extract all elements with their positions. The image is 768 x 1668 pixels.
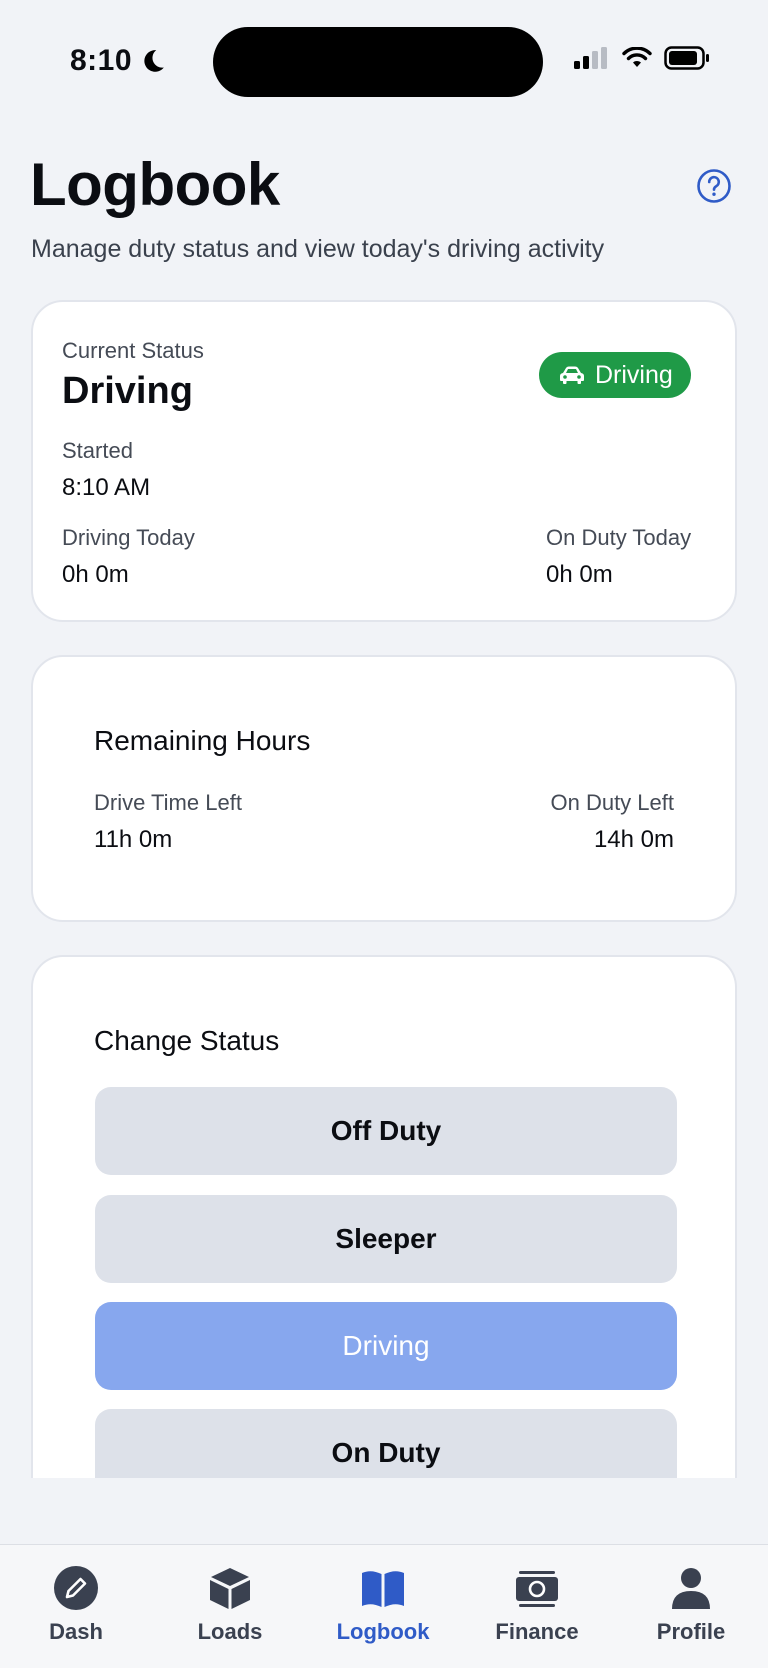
change-status-title: Change Status xyxy=(94,1025,280,1056)
sleeper-button[interactable]: Sleeper xyxy=(95,1195,677,1283)
tab-label-logbook: Logbook xyxy=(336,1619,430,1644)
remaining-hours-card: Remaining Hours Drive Time Left 11h 0m O… xyxy=(31,655,737,922)
scroll-bottom-mask xyxy=(0,1478,768,1544)
tab-dash[interactable]: Dash xyxy=(16,1565,136,1645)
wifi-icon xyxy=(622,47,652,67)
tab-finance[interactable]: Finance xyxy=(477,1565,597,1645)
tab-label-loads: Loads xyxy=(197,1619,263,1644)
current-status-label: Current Status xyxy=(62,338,204,363)
badge-label: Driving xyxy=(595,360,673,389)
page-title: Logbook xyxy=(30,151,280,218)
started-value: 8:10 AM xyxy=(62,474,151,501)
logbook-screen: 8:10 Logbook Manage duty status and view… xyxy=(0,0,768,1668)
tab-label-finance: Finance xyxy=(495,1619,579,1644)
current-status-value: Driving xyxy=(62,370,193,412)
signal-icon xyxy=(574,47,607,69)
change-status-card: Change Status Off Duty Sleeper Driving O… xyxy=(31,955,737,1515)
car-icon xyxy=(560,366,584,384)
tab-bar: Dash Loads Logbook Finance Profile xyxy=(0,1544,768,1668)
page-subtitle: Manage duty status and view today's driv… xyxy=(31,235,605,263)
on-duty-left-value: 14h 0m xyxy=(593,826,674,853)
book-icon xyxy=(362,1571,404,1607)
tab-label-dash: Dash xyxy=(49,1619,103,1644)
on-duty-today-value: 0h 0m xyxy=(546,561,613,588)
drive-time-left-label: Drive Time Left xyxy=(94,790,242,815)
driving-today-value: 0h 0m xyxy=(62,561,129,588)
drive-time-left-value: 11h 0m xyxy=(94,826,173,853)
box-icon xyxy=(210,1568,250,1609)
status-bar: 8:10 xyxy=(0,0,768,120)
tab-label-profile: Profile xyxy=(656,1619,726,1644)
on-duty-left-label: On Duty Left xyxy=(550,790,674,815)
on-duty-today-label: On Duty Today xyxy=(546,525,692,550)
clock-text: 8:10 xyxy=(70,44,133,77)
remaining-hours-title: Remaining Hours xyxy=(94,725,311,756)
driving-today-label: Driving Today xyxy=(62,525,195,550)
status-time: 8:10 xyxy=(70,44,166,78)
current-status-card: Current Status Driving Driving Started 8… xyxy=(31,300,737,622)
banknote-icon xyxy=(516,1571,558,1607)
pencil-circle-icon xyxy=(54,1566,98,1610)
started-label: Started xyxy=(62,438,133,463)
person-icon xyxy=(672,1568,710,1609)
driving-status-badge: Driving xyxy=(539,352,691,398)
status-indicators xyxy=(574,46,710,70)
battery-icon xyxy=(664,46,709,70)
moon-icon xyxy=(144,50,164,72)
tab-loads[interactable]: Loads xyxy=(170,1565,290,1645)
driving-button[interactable]: Driving xyxy=(95,1302,677,1390)
tab-profile[interactable]: Profile xyxy=(631,1565,751,1645)
help-icon[interactable] xyxy=(696,168,732,204)
dynamic-island xyxy=(213,27,543,97)
off-duty-button[interactable]: Off Duty xyxy=(95,1087,677,1175)
tab-logbook[interactable]: Logbook xyxy=(323,1565,443,1645)
